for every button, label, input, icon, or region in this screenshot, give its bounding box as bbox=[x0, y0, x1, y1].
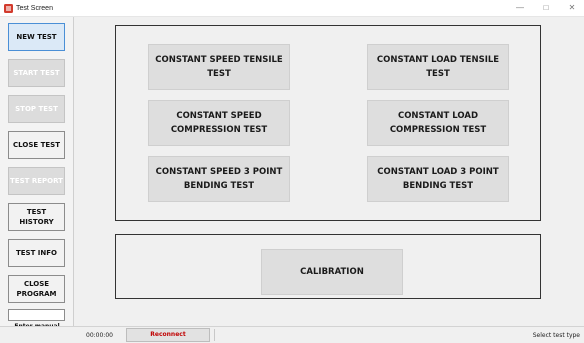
constant-speed-bending-button[interactable]: CONSTANT SPEED 3 POINT BENDING TEST bbox=[148, 156, 290, 202]
calibration-panel: CALIBRATION bbox=[115, 234, 541, 299]
manual-entry-field[interactable] bbox=[8, 309, 65, 321]
close-program-button[interactable]: CLOSE PROGRAM bbox=[8, 275, 65, 303]
app-icon bbox=[4, 4, 13, 13]
constant-speed-compression-button[interactable]: CONSTANT SPEED COMPRESSION TEST bbox=[148, 100, 290, 146]
title-bar: Test Screen — □ ✕ bbox=[0, 0, 584, 17]
elapsed-time: 00:00:00 bbox=[86, 332, 113, 339]
main-area: CONSTANT SPEED TENSILE TEST CONSTANT LOA… bbox=[74, 17, 584, 326]
constant-load-compression-button[interactable]: CONSTANT LOAD COMPRESSION TEST bbox=[367, 100, 509, 146]
close-window-icon[interactable]: ✕ bbox=[562, 2, 582, 14]
minimize-icon[interactable]: — bbox=[510, 2, 530, 14]
status-divider bbox=[214, 329, 215, 341]
status-hint: Select test type bbox=[532, 332, 580, 339]
start-test-button[interactable]: START TEST bbox=[8, 59, 65, 87]
reconnect-button[interactable]: Reconnect bbox=[126, 328, 210, 342]
maximize-icon[interactable]: □ bbox=[536, 2, 556, 14]
close-test-button[interactable]: CLOSE TEST bbox=[8, 131, 65, 159]
sidebar: NEW TEST START TEST STOP TEST CLOSE TEST… bbox=[0, 17, 74, 339]
window-title: Test Screen bbox=[16, 5, 53, 12]
test-report-button[interactable]: TEST REPORT bbox=[8, 167, 65, 195]
test-history-button[interactable]: TEST HISTORY bbox=[8, 203, 65, 231]
new-test-button[interactable]: NEW TEST bbox=[8, 23, 65, 51]
test-type-panel: CONSTANT SPEED TENSILE TEST CONSTANT LOA… bbox=[115, 25, 541, 221]
test-info-button[interactable]: TEST INFO bbox=[8, 239, 65, 267]
calibration-button[interactable]: CALIBRATION bbox=[261, 249, 403, 295]
constant-load-tensile-button[interactable]: CONSTANT LOAD TENSILE TEST bbox=[367, 44, 509, 90]
constant-load-bending-button[interactable]: CONSTANT LOAD 3 POINT BENDING TEST bbox=[367, 156, 509, 202]
constant-speed-tensile-button[interactable]: CONSTANT SPEED TENSILE TEST bbox=[148, 44, 290, 90]
status-bar: 00:00:00 Reconnect Select test type bbox=[0, 326, 584, 343]
stop-test-button[interactable]: STOP TEST bbox=[8, 95, 65, 123]
